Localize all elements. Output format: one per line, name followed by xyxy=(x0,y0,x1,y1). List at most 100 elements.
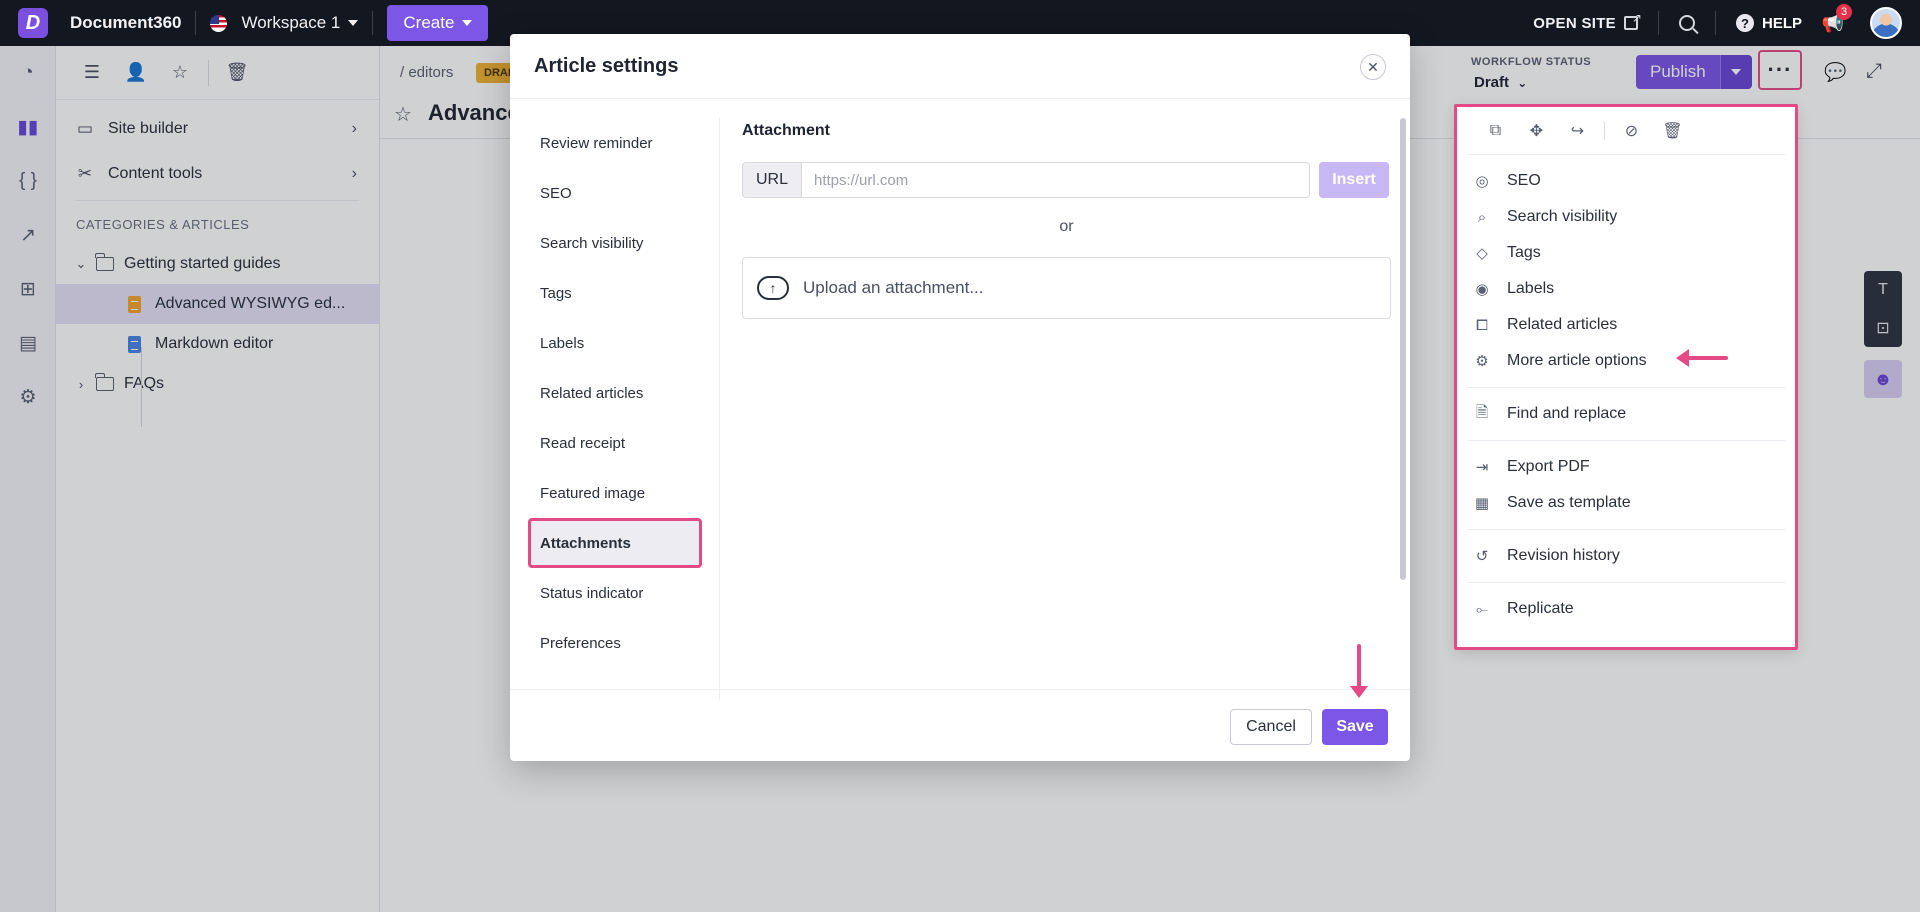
attachment-section-title: Attachment xyxy=(742,122,831,139)
chevron-down-icon xyxy=(462,20,473,26)
menu-item-revision-history[interactable]: ↺ Revision history xyxy=(1467,538,1785,574)
share-icon[interactable]: ↪ xyxy=(1557,116,1598,146)
tab-review-reminder[interactable]: Review reminder xyxy=(528,118,702,168)
create-button[interactable]: Create xyxy=(387,5,489,41)
menu-item-label: Replicate xyxy=(1507,600,1574,617)
menu-item-find-replace[interactable]: 🗎 Find and replace xyxy=(1467,396,1785,432)
menu-item-label: SEO xyxy=(1507,172,1541,189)
menu-item-label: Save as template xyxy=(1507,494,1631,511)
help-icon: ? xyxy=(1735,14,1754,32)
url-input[interactable] xyxy=(802,162,1310,198)
tab-attachments[interactable]: Attachments xyxy=(528,518,702,568)
menu-group: 🗎 Find and replace xyxy=(1467,388,1785,441)
open-site-label: OPEN SITE xyxy=(1533,14,1616,32)
upload-attachment-dropzone[interactable]: ↑ Upload an attachment... xyxy=(742,257,1391,319)
cancel-button[interactable]: Cancel xyxy=(1230,709,1312,745)
menu-item-save-template[interactable]: ▦ Save as template xyxy=(1467,485,1785,521)
or-separator: or xyxy=(1059,218,1074,235)
modal-title: Article settings xyxy=(534,55,679,77)
template-icon: ▦ xyxy=(1474,495,1490,512)
workspace-name: Workspace 1 xyxy=(241,13,341,32)
menu-group: ◎ SEO ⌕ Search visibility ◇ Tags ◉ Label… xyxy=(1467,155,1785,388)
tab-labels[interactable]: Labels xyxy=(528,318,702,368)
search-icon[interactable] xyxy=(1678,15,1695,31)
menu-item-tags[interactable]: ◇ Tags xyxy=(1467,235,1785,271)
search-visibility-icon: ⌕ xyxy=(1477,208,1487,226)
open-site-link[interactable]: OPEN SITE xyxy=(1533,11,1642,32)
annotation-arrow-down xyxy=(1350,644,1368,698)
cloud-upload-icon: ↑ xyxy=(757,276,789,300)
find-replace-icon: 🗎 xyxy=(1475,403,1489,421)
help-button[interactable]: ? HELP xyxy=(1735,14,1802,32)
topbar-divider xyxy=(1714,11,1716,35)
topbar-divider xyxy=(372,11,374,35)
related-articles-icon: ⧠ xyxy=(1475,316,1488,334)
menu-icon-row: ⧉ ✥ ↪ ⊘ 🗑 xyxy=(1467,107,1785,155)
menu-item-label: Revision history xyxy=(1507,547,1620,564)
us-flag-icon xyxy=(210,14,228,32)
modal-scrollbar[interactable] xyxy=(1400,118,1406,580)
tabs-divider xyxy=(719,118,720,700)
menu-item-labels[interactable]: ◉ Labels xyxy=(1467,271,1785,307)
menu-item-label: Related articles xyxy=(1507,316,1618,333)
export-pdf-icon: ⇥ xyxy=(1475,459,1489,476)
menu-item-label: Tags xyxy=(1507,244,1541,261)
trash-icon[interactable]: 🗑 xyxy=(1652,116,1693,146)
annotation-arrow-left xyxy=(1676,349,1728,367)
topbar-divider xyxy=(195,11,197,35)
help-label: HELP xyxy=(1761,14,1802,32)
article-settings-modal: Article settings ✕ Review reminder SEO S… xyxy=(510,34,1410,761)
close-icon[interactable]: ✕ xyxy=(1360,54,1386,80)
menu-item-export-pdf[interactable]: ⇥ Export PDF xyxy=(1467,449,1785,485)
menu-item-label: Labels xyxy=(1507,280,1555,297)
tab-read-receipt[interactable]: Read receipt xyxy=(528,418,702,468)
save-button[interactable]: Save xyxy=(1322,709,1388,745)
replicate-icon: ⟜ xyxy=(1475,600,1488,618)
tab-featured-image[interactable]: Featured image xyxy=(528,468,702,518)
globe-icon: ◎ xyxy=(1475,173,1489,190)
brand-name: Document360 xyxy=(70,13,182,32)
tab-tags[interactable]: Tags xyxy=(528,268,702,318)
url-row: URL Insert xyxy=(742,162,1391,198)
settings-tabs: Review reminder SEO Search visibility Ta… xyxy=(528,118,702,668)
document360-logo[interactable]: D xyxy=(18,8,48,38)
more-options-menu: ⧉ ✥ ↪ ⊘ 🗑 ◎ SEO ⌕ Search visibility ◇ Ta… xyxy=(1454,104,1798,650)
tab-search-visibility[interactable]: Search visibility xyxy=(528,218,702,268)
avatar[interactable] xyxy=(1870,7,1902,39)
menu-item-label: More article options xyxy=(1507,352,1647,369)
menu-item-seo[interactable]: ◎ SEO xyxy=(1467,163,1785,199)
menu-item-label: Export PDF xyxy=(1507,458,1590,475)
gear-icon: ⚙ xyxy=(1475,353,1489,370)
move-icon[interactable]: ✥ xyxy=(1516,116,1557,146)
announcement-icon[interactable]: 📢 3 xyxy=(1822,4,1852,34)
duplicate-icon[interactable]: ⧉ xyxy=(1475,116,1516,146)
modal-divider xyxy=(510,689,1410,690)
notification-badge: 3 xyxy=(1836,4,1852,20)
tab-status-indicator[interactable]: Status indicator xyxy=(528,568,702,618)
tab-preferences[interactable]: Preferences xyxy=(528,618,702,668)
workspace-selector[interactable]: Workspace 1 xyxy=(210,13,359,33)
menu-group: ⇥ Export PDF ▦ Save as template xyxy=(1467,441,1785,530)
topbar-right: OPEN SITE ? HELP 📢 3 xyxy=(1533,0,1920,46)
menu-group: ⟜ Replicate xyxy=(1467,583,1785,635)
menu-item-label: Search visibility xyxy=(1507,208,1618,225)
history-icon: ↺ xyxy=(1475,548,1489,565)
label-icon: ◉ xyxy=(1475,281,1489,298)
url-label: URL xyxy=(742,162,802,198)
menu-group: ↺ Revision history xyxy=(1467,530,1785,583)
menu-item-more-article-options[interactable]: ⚙ More article options xyxy=(1467,343,1785,379)
tab-seo[interactable]: SEO xyxy=(528,168,702,218)
menu-item-related-articles[interactable]: ⧠ Related articles xyxy=(1467,307,1785,343)
insert-button[interactable]: Insert xyxy=(1319,162,1389,198)
hide-icon[interactable]: ⊘ xyxy=(1611,116,1652,146)
chevron-down-icon xyxy=(348,20,359,26)
menu-item-replicate[interactable]: ⟜ Replicate xyxy=(1467,591,1785,627)
upload-text: Upload an attachment... xyxy=(803,278,984,297)
tab-related-articles[interactable]: Related articles xyxy=(528,368,702,418)
modal-divider xyxy=(510,98,1410,99)
menu-divider xyxy=(1604,121,1605,140)
menu-item-search-visibility[interactable]: ⌕ Search visibility xyxy=(1467,199,1785,235)
topbar-divider xyxy=(1657,11,1659,35)
tag-icon: ◇ xyxy=(1476,245,1488,262)
menu-item-label: Find and replace xyxy=(1507,405,1627,422)
